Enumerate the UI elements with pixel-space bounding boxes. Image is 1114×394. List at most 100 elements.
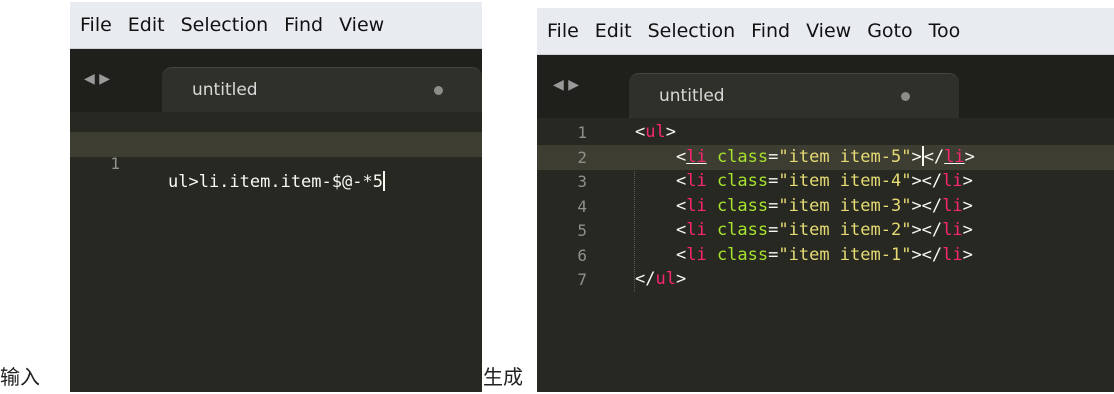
menu-tools[interactable]: Too [921, 20, 969, 42]
menu-bar: File Edit Selection Find View Goto Too [537, 8, 1114, 55]
code-token: ></ [911, 195, 943, 216]
line-number: 2 [577, 147, 587, 167]
code-text: <li class="item item-5"> </li> [635, 145, 975, 170]
circle-dot-icon[interactable] [901, 92, 910, 101]
menu-bar: File Edit Selection Find View [70, 2, 482, 49]
code-token: ></ [911, 171, 943, 191]
line-number: 6 [577, 245, 587, 265]
code-token: ul [655, 269, 676, 289]
menu-selection[interactable]: Selection [640, 20, 744, 42]
code-token: < [675, 171, 687, 191]
code-token: "item item-1" [778, 244, 912, 265]
code-token: > [665, 122, 676, 142]
code-token: </ [635, 269, 656, 289]
code-line[interactable]: 6 <li class="item item-1"></li> [537, 243, 1114, 268]
code-token: li [942, 220, 963, 240]
tab-label: untitled [192, 80, 258, 100]
code-token: "item item-4" [778, 171, 912, 191]
code-text: </ul> [635, 267, 686, 292]
code-token: "item item-3" [778, 195, 912, 216]
tab-strip: ◀ ▶ untitled [70, 49, 482, 113]
code-line[interactable]: 1 ul>li.item.item-$@-*5 [70, 132, 482, 192]
tab-untitled[interactable]: untitled [629, 73, 959, 119]
code-token: li [686, 195, 707, 216]
code-text: <li class="item item-4"></li> [635, 169, 973, 194]
code-token: li [686, 220, 707, 240]
menu-file[interactable]: File [537, 20, 587, 42]
code-token: = [768, 146, 779, 167]
input-editor-window: File Edit Selection Find View ◀ ▶ untitl… [70, 2, 482, 392]
menu-find[interactable]: Find [743, 20, 798, 42]
line-number: 5 [577, 221, 587, 240]
nav-arrows-icon[interactable]: ◀ ▶ [84, 71, 110, 87]
code-line[interactable]: 4 <li class="item item-3"></li> [537, 194, 1114, 219]
menu-edit[interactable]: Edit [587, 20, 640, 42]
line-number: 4 [577, 196, 587, 216]
code-token: "item item-5" [778, 146, 912, 167]
code-token: li [942, 244, 963, 265]
code-token: ></ [911, 220, 943, 240]
tab-untitled[interactable]: untitled [162, 67, 482, 113]
code-token: li [942, 171, 963, 191]
code-text: <li class="item item-2"></li> [635, 218, 973, 243]
caption-input: 输入 [0, 365, 40, 389]
line-number: 1 [110, 154, 120, 173]
menu-view[interactable]: View [798, 20, 859, 42]
output-code-area[interactable]: 1 <ul> 2 <li class="item item-5"> </li> 3 <l… [537, 118, 1114, 392]
menu-selection[interactable]: Selection [173, 14, 277, 36]
code-text: <ul> [635, 120, 676, 145]
code-token: = [768, 195, 779, 216]
code-token: = [768, 220, 779, 240]
code-token: < [675, 244, 687, 265]
menu-edit[interactable]: Edit [120, 14, 173, 36]
emmet-abbreviation: ul>li.item.item-$@-*5 [168, 172, 383, 192]
code-token: li [686, 146, 707, 167]
code-token: ul [645, 122, 666, 142]
menu-file[interactable]: File [70, 14, 120, 36]
menu-view[interactable]: View [331, 14, 392, 36]
code-token: > [911, 146, 922, 167]
code-text: <li class="item item-1"></li> [635, 243, 973, 268]
code-line[interactable]: 3 <li class="item item-4"></li> [537, 169, 1114, 194]
code-token: li [942, 195, 963, 216]
code-token: li [686, 171, 707, 191]
code-line[interactable]: 2 <li class="item item-5"> </li> [537, 144, 1114, 170]
code-token: class [716, 244, 769, 265]
code-line[interactable]: 5 <li class="item item-2"></li> [537, 218, 1114, 243]
menu-goto[interactable]: Goto [859, 20, 920, 42]
line-number: 1 [577, 123, 587, 142]
code-token: < [675, 146, 687, 167]
code-token: < [675, 195, 687, 216]
text-cursor [382, 171, 385, 191]
code-token: li [686, 244, 707, 265]
tab-strip: ◀ ▶ untitled [537, 55, 1114, 119]
code-line[interactable]: 1 <ul> [537, 120, 1114, 145]
code-token: > [964, 146, 975, 167]
code-token: ></ [911, 244, 943, 265]
nav-arrows-icon[interactable]: ◀ ▶ [553, 77, 579, 93]
menu-find[interactable]: Find [276, 14, 331, 36]
code-token: class [716, 195, 769, 216]
code-token: = [768, 171, 779, 191]
code-line[interactable]: 7 </ul> [537, 267, 1114, 292]
line-number: 7 [577, 270, 587, 289]
circle-dot-icon[interactable] [434, 86, 443, 95]
code-token: li [944, 146, 965, 167]
code-token: class [716, 220, 769, 240]
input-code-area[interactable]: 1 ul>li.item.item-$@-*5 [70, 112, 482, 392]
code-token: > [962, 195, 973, 216]
code-token: > [675, 269, 687, 289]
output-editor-window: File Edit Selection Find View Goto Too ◀… [537, 8, 1114, 392]
code-token: class [716, 171, 769, 191]
code-token: class [716, 146, 769, 167]
code-text: ul>li.item.item-$@-*5 [168, 170, 385, 195]
